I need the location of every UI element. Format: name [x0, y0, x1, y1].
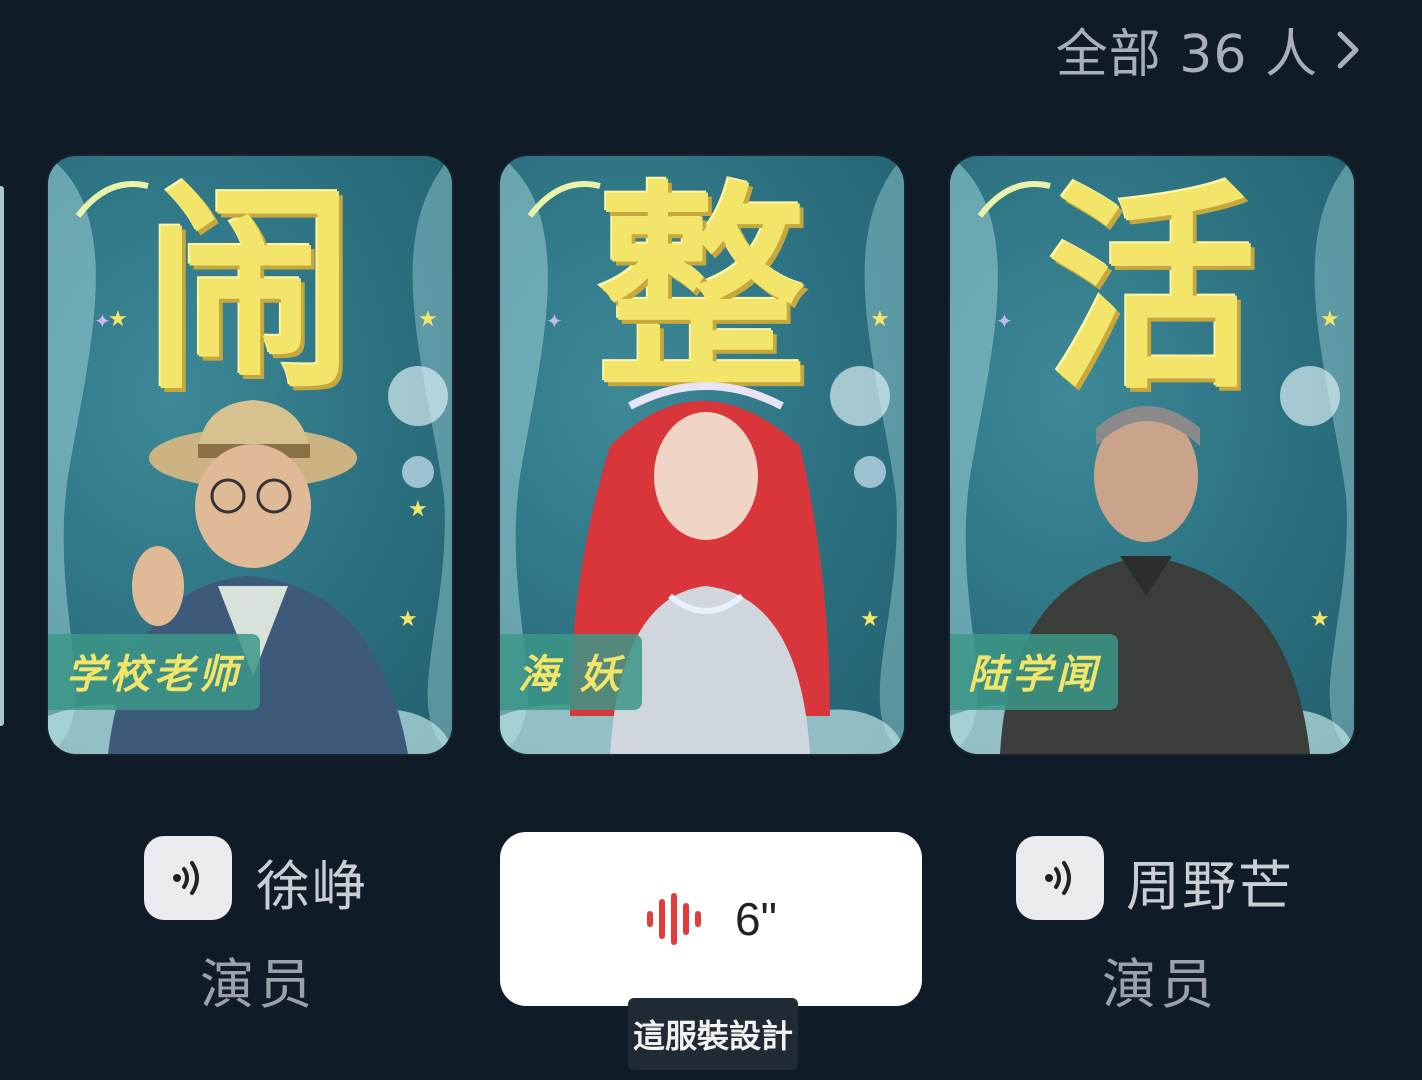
voice-icon: [173, 861, 199, 895]
voice-button[interactable]: [1016, 836, 1104, 920]
video-subtitle: 這服裝設計: [628, 998, 798, 1070]
actor-name[interactable]: 徐峥: [256, 842, 368, 921]
voice-duration: 6": [735, 893, 777, 945]
actor-role: 演员: [200, 953, 316, 1016]
cast-card-lu-xuewen[interactable]: ✦ ★ ★ 活 陆学闻: [950, 156, 1354, 754]
actor-role: 演员: [1102, 953, 1218, 1016]
actor-name[interactable]: 周野芒: [1126, 842, 1294, 921]
voice-icon: [1045, 861, 1071, 895]
view-all-cast-link[interactable]: 全部 36 人: [1056, 12, 1360, 87]
voice-button[interactable]: [144, 836, 232, 920]
chevron-right-icon: [1337, 31, 1359, 68]
character-name-label: 陆学闻: [950, 634, 1118, 710]
voice-message-bubble[interactable]: 6": [500, 832, 922, 1006]
cast-card-siren[interactable]: ✦ ★ ★ 整 海 妖: [500, 156, 904, 754]
character-name-label: 海 妖: [500, 634, 642, 710]
previous-card-edge[interactable]: [0, 186, 4, 726]
character-name-label: 学校老师: [48, 634, 260, 710]
audio-wave-icon: [647, 893, 702, 945]
view-all-label: 全部 36 人: [1055, 25, 1318, 85]
cast-carousel: 全部 36 人 ★ ★ ✦ ★ ★ 闹 学校老师 ✦ ★ ★ 整 海 妖 ✦ ★…: [0, 0, 1422, 1080]
cast-card-teacher[interactable]: ★ ★ ✦ ★ ★ 闹 学校老师: [48, 156, 452, 754]
